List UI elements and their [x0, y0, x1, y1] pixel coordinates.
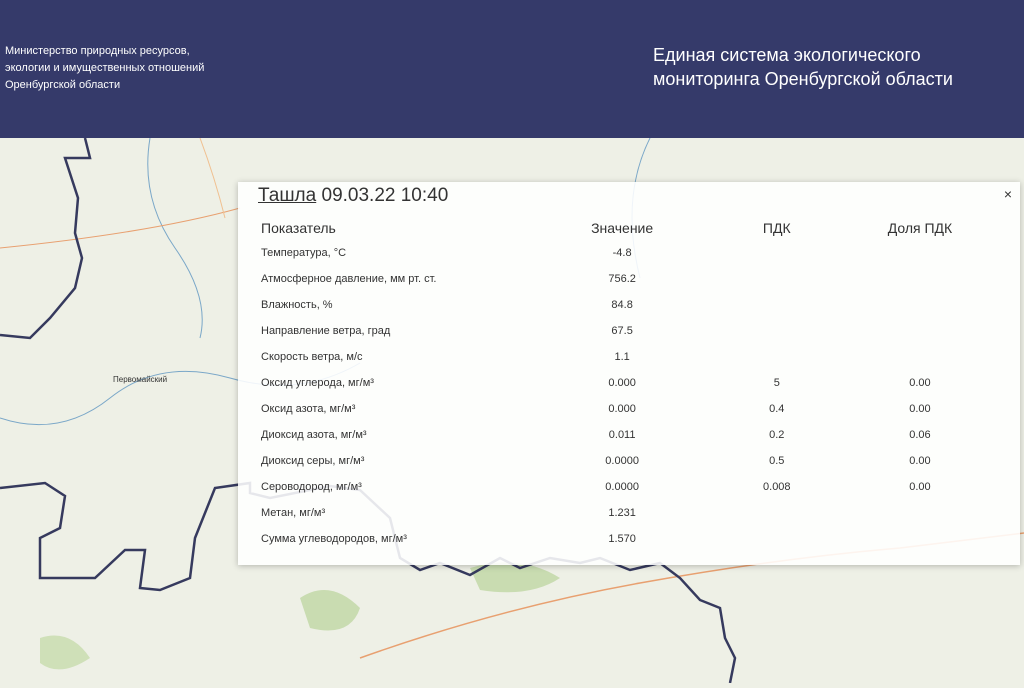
- indicator-cell: Температура, °C: [261, 247, 347, 259]
- value-cell: 0.0000: [605, 455, 639, 467]
- station-link[interactable]: Ташла: [258, 185, 316, 206]
- pdk-share-cell: [820, 240, 1020, 266]
- pdk-share-cell: 0.00: [909, 481, 931, 493]
- pdk-share-cell: 0.06: [909, 429, 931, 441]
- table-row: Оксид азота, мг/м³ 0.000 0.4 0.00: [256, 396, 1020, 422]
- pdk-cell: 0.2: [769, 429, 785, 441]
- station-datetime: 09.03.22 10:40: [321, 185, 449, 206]
- pdk-share-cell: 0.00: [909, 403, 931, 415]
- pdk-share-cell: 0.00: [909, 377, 931, 389]
- table-row: Атмосферное давление, мм рт. ст. 756.2: [256, 266, 1020, 292]
- value-cell: -4.8: [612, 247, 632, 259]
- pdk-cell: [734, 266, 820, 292]
- indicator-cell: Диоксид азота, мг/м³: [261, 429, 367, 441]
- pdk-share-cell: [820, 318, 1020, 344]
- value-cell: 1.1: [614, 351, 630, 363]
- close-button[interactable]: ×: [1004, 186, 1012, 202]
- column-header: Доля ПДК: [887, 220, 953, 236]
- ministry-line: экологии и имущественных отношений: [5, 62, 205, 74]
- system-title-line: Единая система экологического: [653, 45, 921, 65]
- pdk-cell: [734, 344, 820, 370]
- pdk-share-cell: [820, 526, 1020, 552]
- pdk-cell: 0.4: [769, 403, 785, 415]
- system-title-line: мониторинга Оренбургской области: [653, 69, 953, 89]
- table-row: Скорость ветра, м/с 1.1: [256, 344, 1020, 370]
- value-cell: 756.2: [608, 273, 636, 285]
- pdk-share-cell: [820, 344, 1020, 370]
- table-row: Оксид углерода, мг/м³ 0.000 5 0.00: [256, 370, 1020, 396]
- pdk-cell: [734, 318, 820, 344]
- popup-title: Ташла 09.03.22 10:40: [258, 185, 448, 207]
- indicator-cell: Влажность, %: [261, 299, 333, 311]
- value-cell: 67.5: [611, 325, 633, 337]
- pdk-cell: [734, 526, 820, 552]
- column-header: ПДК: [762, 220, 791, 236]
- table-row: Диоксид азота, мг/м³ 0.011 0.2 0.06: [256, 422, 1020, 448]
- column-header: Показатель: [261, 220, 336, 236]
- indicator-cell: Сероводород, мг/м³: [261, 481, 362, 493]
- measurements-table: Показатель Значение ПДК Доля ПДК Темпера…: [256, 216, 1020, 552]
- indicator-cell: Скорость ветра, м/с: [261, 351, 363, 363]
- indicator-cell: Атмосферное давление, мм рт. ст.: [261, 273, 437, 285]
- pdk-cell: [734, 292, 820, 318]
- value-cell: 84.8: [611, 299, 633, 311]
- table-row: Температура, °C -4.8: [256, 240, 1020, 266]
- map-label-pervomaisky: Первомайский: [113, 375, 168, 384]
- pdk-cell: 5: [773, 377, 780, 389]
- column-header: Значение: [591, 220, 654, 236]
- table-row: Направление ветра, град 67.5: [256, 318, 1020, 344]
- value-cell: 1.570: [608, 533, 636, 545]
- ministry-line: Министерство природных ресурсов,: [5, 45, 190, 57]
- indicator-cell: Оксид углерода, мг/м³: [261, 377, 374, 389]
- value-cell: 0.0000: [605, 481, 639, 493]
- system-title: Единая система экологического мониторинг…: [653, 43, 953, 91]
- value-cell: 0.000: [608, 377, 636, 389]
- table-row: Сероводород, мг/м³ 0.0000 0.008 0.00: [256, 474, 1020, 500]
- indicator-cell: Метан, мг/м³: [261, 507, 326, 519]
- pdk-share-cell: [820, 292, 1020, 318]
- pdk-share-cell: [820, 500, 1020, 526]
- pdk-cell: 0.008: [763, 481, 791, 493]
- table-row: Влажность, % 84.8: [256, 292, 1020, 318]
- table-row: Диоксид серы, мг/м³ 0.0000 0.5 0.00: [256, 448, 1020, 474]
- table-header-row: Показатель Значение ПДК Доля ПДК: [256, 216, 1020, 240]
- pdk-cell: [734, 500, 820, 526]
- indicator-cell: Диоксид серы, мг/м³: [261, 455, 365, 467]
- ministry-line: Оренбургской области: [5, 79, 121, 91]
- site-header: Министерство природных ресурсов, экологи…: [0, 0, 1024, 138]
- indicator-cell: Направление ветра, град: [261, 325, 391, 337]
- pdk-share-cell: [820, 266, 1020, 292]
- value-cell: 0.011: [608, 429, 636, 441]
- table-row: Метан, мг/м³ 1.231: [256, 500, 1020, 526]
- pdk-cell: [734, 240, 820, 266]
- pdk-share-cell: 0.00: [909, 455, 931, 467]
- indicator-cell: Сумма углеводородов, мг/м³: [261, 533, 407, 545]
- value-cell: 1.231: [608, 507, 636, 519]
- value-cell: 0.000: [608, 403, 636, 415]
- table-row: Сумма углеводородов, мг/м³ 1.570: [256, 526, 1020, 552]
- ministry-name: Министерство природных ресурсов, экологи…: [5, 43, 204, 94]
- indicator-cell: Оксид азота, мг/м³: [261, 403, 356, 415]
- station-popup: Ташла 09.03.22 10:40 × Показатель Значен…: [238, 182, 1020, 565]
- pdk-cell: 0.5: [769, 455, 785, 467]
